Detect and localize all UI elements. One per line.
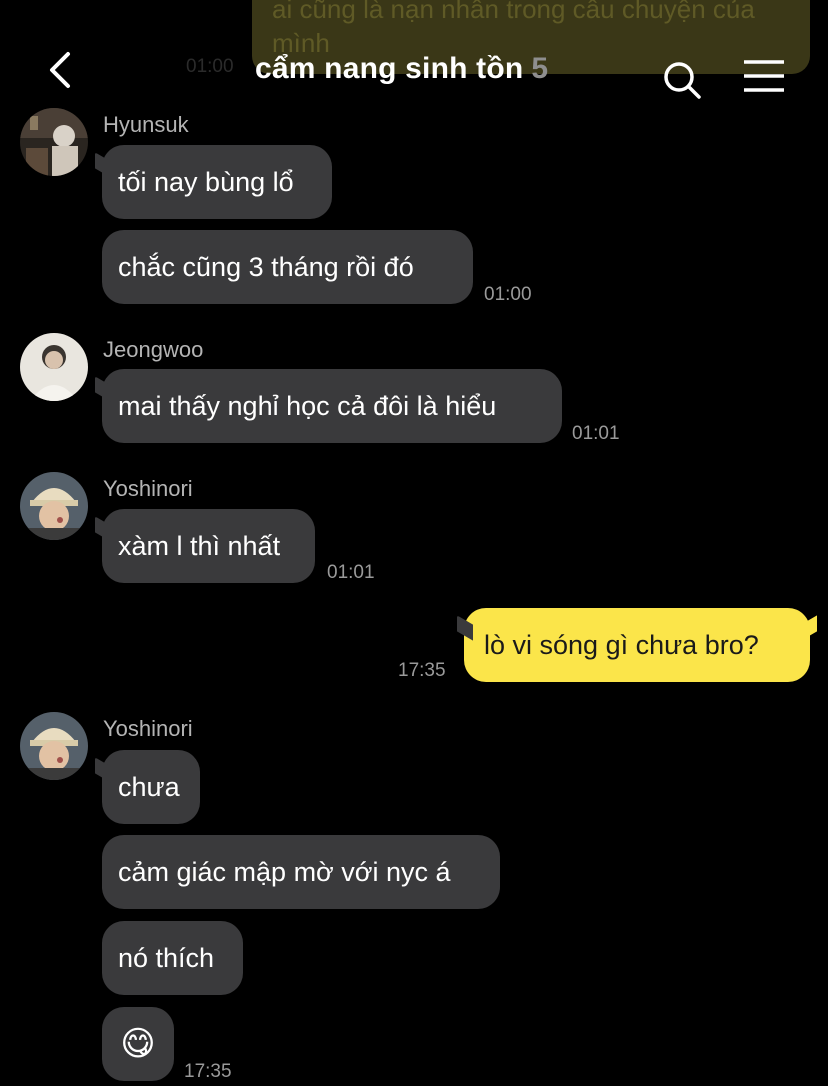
my-message-bubble[interactable]: lò vi sóng gì chưa bro? [464,608,810,682]
message-bubble[interactable]: xàm l thì nhất [102,509,315,583]
message-bubble[interactable]: mai thấy nghỉ học cả đôi là hiểu [102,369,562,443]
message-time: 01:01 [572,423,620,444]
hamburger-menu-icon[interactable] [742,58,786,94]
message-time: 01:01 [327,562,375,583]
yum-emoji-icon: 😋 [120,1025,156,1063]
avatar-hyunsuk[interactable] [20,108,88,176]
message-bubble[interactable]: cảm giác mập mờ với nyc á [102,835,500,909]
chevron-left-icon[interactable] [42,48,82,92]
member-count: 5 [531,52,549,85]
avatar-yoshinori[interactable] [20,472,88,540]
message-bubble[interactable]: chắc cũng 3 tháng rồi đó [102,230,473,304]
emoji-message-bubble[interactable]: 😋 [102,1007,174,1081]
message-bubble[interactable]: nó thích [102,921,243,995]
search-icon[interactable] [660,58,704,102]
message-bubble[interactable]: chưa [102,750,200,824]
message-time: 17:35 [398,660,446,681]
avatar-jeongwoo[interactable] [20,333,88,401]
sender-name: Hyunsuk [103,112,189,137]
message-time: 17:35 [184,1061,232,1082]
chat-title: cẩm nang sinh tồn 5 [255,52,548,86]
chat-title-text: cẩm nang sinh tồn [255,52,524,85]
sender-name: Yoshinori [103,716,193,741]
message-time: 01:00 [484,284,532,305]
message-bubble[interactable]: tối nay bùng lổ [102,145,332,219]
sender-name: Yoshinori [103,476,193,501]
avatar-yoshinori[interactable] [20,712,88,780]
sender-name: Jeongwoo [103,337,204,362]
